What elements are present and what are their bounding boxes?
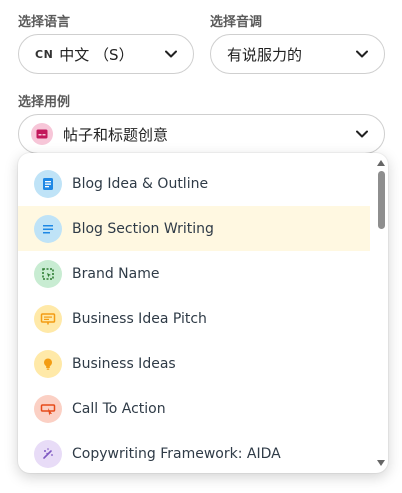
language-value: 中文 （S） xyxy=(59,45,134,64)
usecase-option-label: Business Ideas xyxy=(72,355,176,372)
usecase-option[interactable]: Business Idea Pitch xyxy=(18,296,370,341)
usecase-option-label: Brand Name xyxy=(72,265,160,282)
tone-value: 有说服力的 xyxy=(227,45,303,64)
usecase-option-label: Copywriting Framework: AIDA xyxy=(72,445,281,462)
usecase-option[interactable]: Brand Name xyxy=(18,251,370,296)
dashed-square-icon xyxy=(34,259,62,288)
usecase-option-label: Call To Action xyxy=(72,400,166,417)
chevron-down-icon xyxy=(356,48,368,60)
usecase-option-label: Business Idea Pitch xyxy=(72,310,207,327)
tone-label: 选择音调 xyxy=(210,15,263,30)
presentation-icon xyxy=(34,304,62,333)
usecase-select[interactable]: 帖子和标题创意 xyxy=(18,114,385,154)
language-select[interactable]: CN 中文 （S） xyxy=(18,34,194,74)
usecase-option[interactable]: Call To Action xyxy=(18,386,370,431)
language-tag: CN xyxy=(35,47,54,61)
lines-icon xyxy=(34,214,62,243)
lightbulb-icon xyxy=(34,349,62,378)
usecase-option[interactable]: Blog Idea & Outline xyxy=(18,161,370,206)
usecase-value: 帖子和标题创意 xyxy=(63,125,169,144)
post-title-icon xyxy=(31,123,53,145)
usecase-option-label: Blog Section Writing xyxy=(72,220,214,237)
usecase-label: 选择用例 xyxy=(18,95,71,110)
scroll-up-arrow-icon[interactable] xyxy=(377,159,385,167)
scroll-down-arrow-icon[interactable] xyxy=(377,459,385,467)
usecase-dropdown: Blog Idea & Outline Blog Section Writing B… xyxy=(18,153,388,473)
usecase-option[interactable]: Business Ideas xyxy=(18,341,370,386)
usecase-option-label: Blog Idea & Outline xyxy=(72,175,209,192)
scrollbar-thumb[interactable] xyxy=(378,171,385,229)
content-settings-form: 选择语言 CN 中文 （S） 选择音调 有说服力的 选择用例 帖子和标题创意 B… xyxy=(0,0,402,493)
sparkle-pen-icon xyxy=(34,439,62,468)
scrollbar[interactable] xyxy=(374,153,388,473)
document-icon xyxy=(34,169,62,198)
usecase-option[interactable]: Blog Section Writing xyxy=(18,206,370,251)
click-icon xyxy=(34,394,62,423)
tone-select[interactable]: 有说服力的 xyxy=(210,34,385,74)
usecase-options-list: Blog Idea & Outline Blog Section Writing B… xyxy=(18,161,370,473)
chevron-down-icon xyxy=(165,48,177,60)
chevron-down-icon xyxy=(356,128,368,140)
usecase-option[interactable]: Copywriting Framework: AIDA xyxy=(18,431,370,473)
language-label: 选择语言 xyxy=(18,15,71,30)
